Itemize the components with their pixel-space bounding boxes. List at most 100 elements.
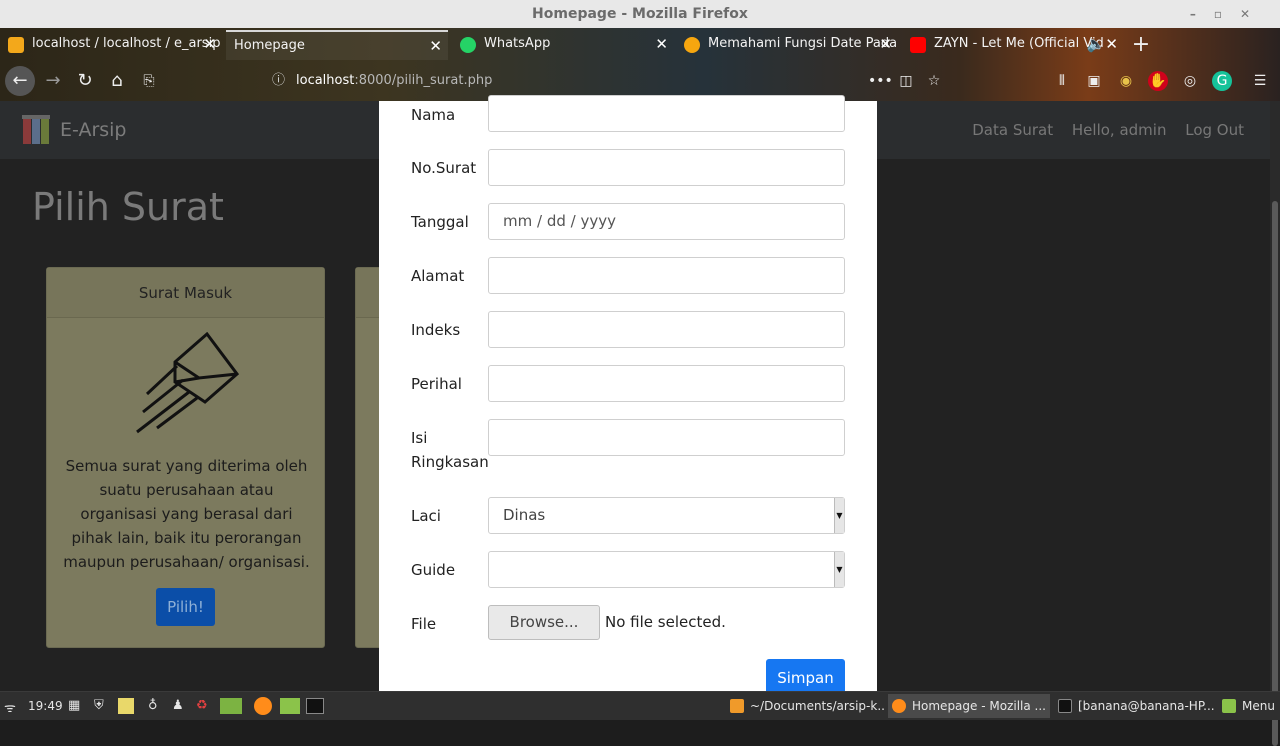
youtube-icon — [910, 37, 926, 53]
card-surat-masuk: Surat Masuk Semua surat yang diterima ol… — [46, 267, 325, 648]
tanggal-date-input[interactable]: mm / dd / yyyy — [488, 203, 845, 240]
nav-log-out[interactable]: Log Out — [1185, 121, 1244, 139]
nav-links: Data Surat Hello, admin Log Out — [958, 121, 1244, 139]
perihal-input[interactable] — [488, 365, 845, 402]
firefox-icon[interactable] — [254, 697, 272, 715]
adblock-icon[interactable]: ✋ — [1148, 71, 1168, 91]
menu-icon[interactable]: ☰ — [1250, 71, 1270, 91]
page-actions-icon[interactable]: ••• — [868, 71, 893, 91]
tab-label: Homepage — [234, 38, 305, 53]
extension-icon[interactable]: ◎ — [1180, 71, 1200, 91]
library-icon[interactable]: ⫴ — [1052, 71, 1072, 91]
user-icon[interactable]: ♟ — [172, 698, 184, 713]
task-firefox[interactable]: Homepage - Mozilla ... — [888, 694, 1050, 718]
nav-data-surat[interactable]: Data Surat — [972, 121, 1053, 139]
info-icon[interactable]: ⓘ — [272, 66, 285, 96]
tab-label: ZAYN - Let Me (Official Vid — [934, 36, 1104, 51]
task-label: [banana@banana-HP... — [1078, 699, 1214, 713]
tab-memahami[interactable]: Memahami Fungsi Date Pada ✕ — [676, 30, 898, 60]
page-scrollbar[interactable] — [1270, 101, 1280, 746]
shield-icon[interactable]: ⛨ — [94, 698, 104, 713]
sublime-icon — [730, 699, 744, 713]
label-indeks: Indeks — [411, 321, 461, 339]
extension-icon[interactable]: ◉ — [1116, 71, 1136, 91]
notes-icon[interactable] — [118, 698, 134, 714]
pocket-icon[interactable]: ◫ — [896, 71, 916, 91]
forward-icon[interactable]: → — [38, 66, 68, 96]
brand-name[interactable]: E-Arsip — [60, 119, 127, 141]
no-file-text: No file selected. — [605, 613, 726, 631]
grammarly-icon[interactable]: G — [1212, 71, 1232, 91]
sidebar-icon[interactable]: ▣ — [1084, 71, 1104, 91]
terminal-icon[interactable] — [306, 698, 324, 714]
close-icon[interactable]: ✕ — [203, 30, 216, 58]
tab-label: Memahami Fungsi Date Pada — [708, 36, 898, 51]
close-icon[interactable]: 🔈✕ — [1087, 30, 1118, 58]
tab-label: localhost / localhost / e_arsip — [32, 36, 221, 51]
back-icon[interactable]: ← — [5, 66, 35, 96]
close-icon[interactable]: ✕ — [879, 30, 892, 58]
whatsapp-icon — [460, 37, 476, 53]
tab-youtube[interactable]: ZAYN - Let Me (Official Vid 🔈✕ — [902, 30, 1124, 60]
browser-chrome: localhost / localhost / e_arsip ✕ Homepa… — [0, 28, 1280, 101]
tab-phpmyadmin[interactable]: localhost / localhost / e_arsip ✕ — [0, 30, 222, 60]
window-title: Homepage - Mozilla Firefox — [532, 6, 748, 22]
screenshot-icon[interactable]: ▦ — [68, 698, 80, 713]
page-title: Pilih Surat — [32, 185, 224, 229]
card-description: Semua surat yang diterima oleh suatu per… — [63, 457, 310, 571]
close-icon[interactable]: ✕ — [429, 32, 442, 60]
browse-button[interactable]: Browse... — [488, 605, 600, 640]
url-bar[interactable]: ⓘ localhost:8000/pilih_surat.php — [262, 66, 952, 96]
mail-send-icon — [136, 332, 239, 434]
nav-hello-admin[interactable]: Hello, admin — [1072, 121, 1167, 139]
indeks-input[interactable] — [488, 311, 845, 348]
task-terminal[interactable]: [banana@banana-HP... — [1054, 694, 1214, 718]
surat-form-modal: Nama No.Surat Tanggal mm / dd / yyyy Ala… — [379, 95, 877, 697]
nama-input[interactable] — [488, 95, 845, 132]
wifi-icon[interactable]: ᯤ — [4, 698, 16, 716]
terminal-icon — [1058, 699, 1072, 713]
label-laci: Laci — [411, 507, 441, 525]
desktop-icon[interactable] — [220, 698, 242, 714]
phpmyadmin-icon — [8, 37, 24, 53]
update-icon[interactable]: ♻ — [196, 698, 208, 713]
archive-logo-icon[interactable] — [22, 115, 50, 145]
tab-label: WhatsApp — [484, 36, 551, 51]
tab-homepage[interactable]: Homepage ✕ — [226, 30, 448, 60]
nosurat-input[interactable] — [488, 149, 845, 186]
window-controls[interactable]: –▫✕ — [1190, 0, 1268, 28]
tab-whatsapp[interactable]: WhatsApp ✕ — [452, 30, 674, 60]
scrollbar-thumb[interactable] — [1272, 201, 1278, 746]
card-title: Surat Masuk — [47, 268, 324, 318]
guide-select[interactable]: ▼ — [488, 551, 845, 588]
downloads-icon[interactable]: ⎘ — [134, 66, 164, 96]
reload-icon[interactable]: ↻ — [70, 66, 100, 96]
pilih-button[interactable]: Pilih! — [156, 588, 215, 626]
alamat-input[interactable] — [488, 257, 845, 294]
dropdown-arrow-icon[interactable]: ▼ — [834, 552, 844, 587]
url-path: :8000/pilih_surat.php — [354, 73, 493, 88]
site-icon — [684, 37, 700, 53]
menu-label: Menu — [1242, 699, 1275, 713]
bookmark-star-icon[interactable]: ☆ — [924, 71, 944, 91]
isi-ringkasan-input[interactable] — [488, 419, 845, 456]
task-sublime[interactable]: ~/Documents/arsip-k... — [726, 694, 884, 718]
new-tab-icon[interactable]: + — [1126, 30, 1156, 60]
bulb-icon[interactable]: ♁ — [148, 698, 158, 713]
task-label: ~/Documents/arsip-k... — [750, 699, 884, 713]
system-taskbar: ᯤ 19:49 ▦ ⛨ ♁ ♟ ♻ ~/Documents/arsip-k...… — [0, 691, 1280, 720]
dropdown-arrow-icon[interactable]: ▼ — [834, 498, 844, 533]
laci-select[interactable]: Dinas ▼ — [488, 497, 845, 534]
label-ringkasan: Ringkasan — [411, 453, 489, 471]
files-icon[interactable] — [280, 698, 300, 714]
label-isi: Isi — [411, 429, 428, 447]
label-file: File — [411, 615, 437, 633]
menu-button[interactable]: Menu — [1218, 694, 1280, 718]
close-icon[interactable]: ✕ — [655, 30, 668, 58]
home-icon[interactable]: ⌂ — [102, 66, 132, 96]
task-label: Homepage - Mozilla ... — [912, 699, 1046, 713]
label-nosurat: No.Surat — [411, 159, 477, 177]
label-guide: Guide — [411, 561, 456, 579]
label-alamat: Alamat — [411, 267, 465, 285]
clock[interactable]: 19:49 — [28, 699, 63, 713]
